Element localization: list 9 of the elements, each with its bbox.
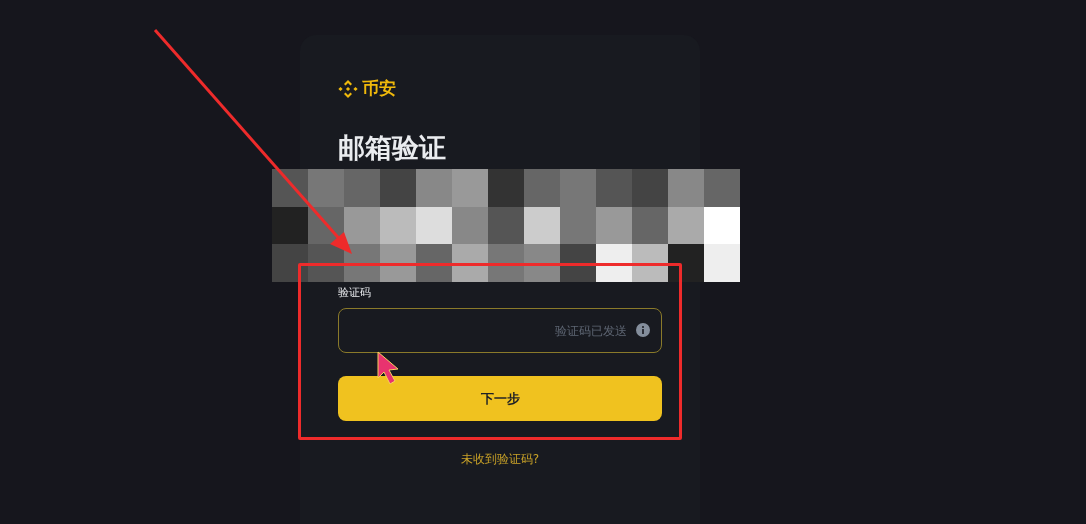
- code-input-field[interactable]: 验证码已发送: [338, 308, 662, 353]
- brand-name: 币安: [362, 77, 396, 100]
- next-button[interactable]: 下一步: [338, 376, 662, 421]
- resend-code-link[interactable]: 未收到验证码?: [460, 451, 540, 468]
- diamond-logo-icon: [338, 78, 358, 99]
- info-icon: [636, 323, 650, 337]
- mouse-cursor-icon: [377, 351, 399, 385]
- field-label: 验证码: [338, 286, 372, 300]
- page-title: 邮箱验证: [338, 131, 447, 165]
